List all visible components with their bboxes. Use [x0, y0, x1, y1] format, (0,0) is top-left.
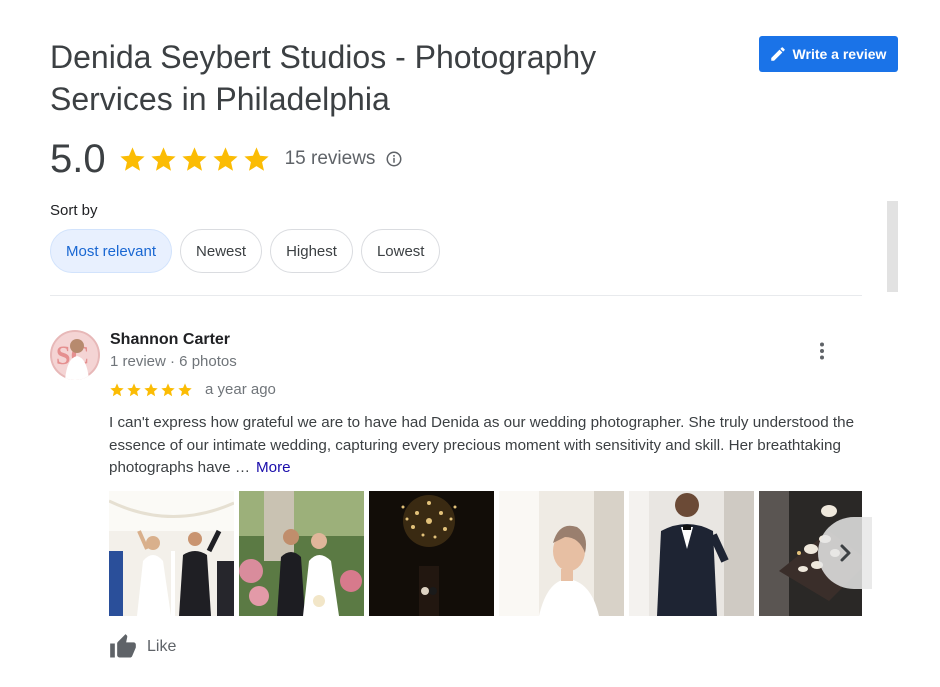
like-label: Like	[147, 638, 177, 655]
more-vert-icon[interactable]	[810, 339, 834, 363]
star-icon	[120, 146, 145, 171]
page-title: Denida Seybert Studios - Photography Ser…	[50, 39, 597, 117]
thumb-up-icon	[110, 634, 136, 658]
sort-newest-chip[interactable]: Newest	[180, 229, 263, 273]
review-body: I can't express how grateful we are to h…	[109, 414, 855, 476]
review-date: a year ago	[205, 381, 276, 398]
star-icon	[144, 382, 158, 396]
star-icon	[151, 146, 176, 171]
review-count: 15 reviews	[284, 148, 376, 169]
sort-most-relevant-chip[interactable]: Most relevant	[50, 229, 173, 273]
star-icon	[244, 146, 269, 171]
chevron-right-icon	[840, 544, 851, 562]
review-photo[interactable]	[369, 491, 494, 616]
average-rating: 5.0	[50, 137, 106, 181]
scrollbar-thumb[interactable]	[887, 201, 898, 292]
star-icon	[110, 382, 124, 396]
review-stars	[109, 382, 193, 398]
reviewer-meta[interactable]: 1 review · 6 photos	[110, 353, 237, 370]
star-icon	[127, 382, 141, 396]
star-icon	[178, 382, 192, 396]
divider	[50, 295, 862, 296]
write-review-label: Write a review	[792, 46, 887, 62]
review-photo[interactable]	[239, 491, 364, 616]
rating-summary: 5.0 15 reviews	[50, 136, 403, 182]
sort-lowest-chip[interactable]: Lowest	[360, 229, 441, 273]
review-photo[interactable]	[109, 491, 234, 616]
write-review-button[interactable]: Write a review	[759, 36, 898, 72]
reviewer-name[interactable]: Shannon Carter	[110, 331, 230, 349]
review-photo[interactable]	[629, 491, 754, 616]
review-photo[interactable]	[499, 491, 624, 616]
review-rating: a year ago	[109, 381, 276, 398]
sort-by-label: Sort by	[50, 202, 98, 219]
sort-options: Most relevant Newest Highest Lowest	[50, 229, 441, 273]
review-text: I can't express how grateful we are to h…	[109, 412, 861, 480]
like-button[interactable]: Like	[109, 633, 176, 661]
review-photos	[109, 491, 862, 616]
info-icon[interactable]	[385, 150, 403, 168]
reviewer-avatar[interactable]: SC	[50, 330, 100, 380]
star-icon	[161, 382, 175, 396]
star-icon	[182, 146, 207, 171]
rating-stars	[118, 145, 271, 174]
star-icon	[213, 146, 238, 171]
sort-highest-chip[interactable]: Highest	[270, 229, 353, 273]
more-link[interactable]: More	[256, 459, 291, 476]
pencil-icon	[770, 47, 785, 61]
